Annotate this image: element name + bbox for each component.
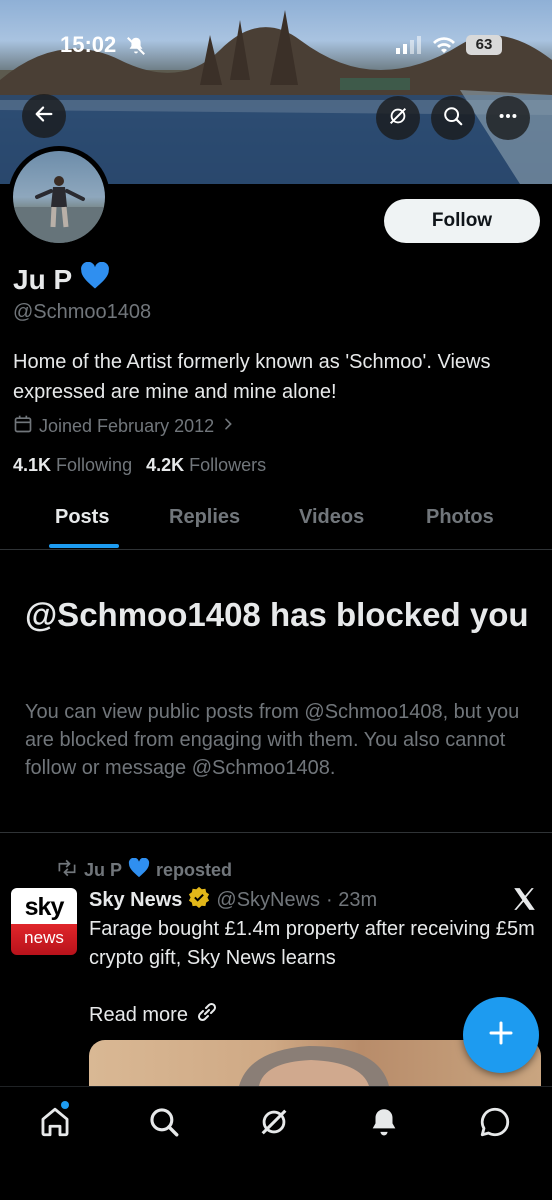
wifi-icon bbox=[432, 35, 456, 60]
avatar-photo bbox=[13, 151, 105, 243]
search-icon[interactable] bbox=[147, 1105, 181, 1144]
compose-post-button[interactable] bbox=[463, 997, 539, 1073]
read-more-link[interactable]: Read more bbox=[89, 1000, 220, 1030]
blue-heart-icon bbox=[80, 261, 110, 297]
repost-label: reposted bbox=[156, 860, 233, 880]
joined-date: Joined February 2012 bbox=[39, 416, 215, 436]
grok-button[interactable] bbox=[376, 96, 420, 140]
bottom-navigation bbox=[0, 1086, 552, 1200]
grok-icon bbox=[387, 105, 409, 132]
tab-posts[interactable]: Posts bbox=[55, 506, 109, 529]
active-tab-indicator bbox=[49, 544, 119, 548]
more-options-button[interactable] bbox=[486, 96, 530, 140]
verified-gold-badge-icon bbox=[188, 886, 210, 914]
status-time: 15:02 bbox=[60, 32, 117, 57]
followers-link[interactable]: 4.2K Followers bbox=[146, 455, 266, 476]
following-label: Following bbox=[56, 455, 133, 475]
cellular-signal-icon bbox=[396, 36, 422, 59]
profile-bio: Home of the Artist formerly known as 'Sc… bbox=[13, 351, 491, 403]
profile-name-row: Ju P bbox=[13, 261, 110, 297]
bell-muted-icon bbox=[125, 35, 147, 62]
post-author[interactable]: Sky News bbox=[89, 889, 182, 912]
followers-label: Followers bbox=[189, 455, 267, 475]
repost-icon bbox=[56, 859, 78, 882]
home-notification-dot bbox=[61, 1101, 69, 1109]
repost-indicator: Ju P reposted bbox=[56, 857, 233, 883]
sky-logo-top: sky bbox=[11, 888, 77, 924]
search-icon bbox=[442, 105, 464, 132]
follow-counts: 4.1K Following 4.2K Followers bbox=[13, 455, 266, 476]
following-link[interactable]: 4.1K Following bbox=[13, 455, 132, 476]
arrow-left-icon bbox=[33, 103, 55, 130]
plus-icon bbox=[486, 1018, 516, 1053]
sky-news-avatar[interactable]: sky news bbox=[11, 888, 77, 955]
blue-heart-icon bbox=[128, 857, 150, 883]
joined-date-row[interactable]: Joined February 2012 bbox=[13, 414, 236, 439]
more-horizontal-icon bbox=[497, 105, 519, 132]
profile-handle: @Schmoo1408 bbox=[13, 301, 152, 323]
post-text: Farage bought £1.4m property after recei… bbox=[89, 918, 535, 969]
repost-author: Ju P bbox=[84, 860, 123, 880]
tab-videos[interactable]: Videos bbox=[299, 506, 364, 529]
messages-icon[interactable] bbox=[478, 1105, 512, 1144]
battery-indicator: 63 bbox=[466, 35, 502, 55]
post-header: Sky News @SkyNews · 23m bbox=[89, 886, 377, 914]
chevron-right-icon bbox=[220, 416, 236, 437]
following-count: 4.1K bbox=[13, 455, 52, 475]
followers-count: 4.2K bbox=[146, 455, 185, 475]
read-more-label: Read more bbox=[89, 1003, 188, 1026]
profile-tabs: Posts Replies Videos Photos bbox=[0, 498, 552, 550]
follow-button[interactable]: Follow bbox=[384, 199, 540, 243]
search-button[interactable] bbox=[431, 96, 475, 140]
tab-replies[interactable]: Replies bbox=[169, 506, 240, 529]
post-time: · 23m bbox=[326, 888, 378, 911]
back-button[interactable] bbox=[22, 94, 66, 138]
avatar[interactable] bbox=[8, 146, 110, 248]
link-icon bbox=[194, 1000, 220, 1030]
divider bbox=[0, 832, 552, 833]
sky-logo-bottom: news bbox=[11, 924, 77, 955]
blocked-title: @Schmoo1408 has blocked you bbox=[25, 596, 529, 633]
post-author-handle: @SkyNews bbox=[216, 888, 321, 911]
notifications-icon[interactable] bbox=[367, 1105, 401, 1144]
tab-photos[interactable]: Photos bbox=[426, 506, 494, 529]
calendar-icon bbox=[13, 414, 33, 439]
grok-icon[interactable] bbox=[257, 1105, 291, 1144]
home-icon[interactable] bbox=[38, 1105, 72, 1144]
display-name: Ju P bbox=[13, 263, 73, 295]
blocked-description: You can view public posts from @Schmoo14… bbox=[25, 701, 520, 779]
